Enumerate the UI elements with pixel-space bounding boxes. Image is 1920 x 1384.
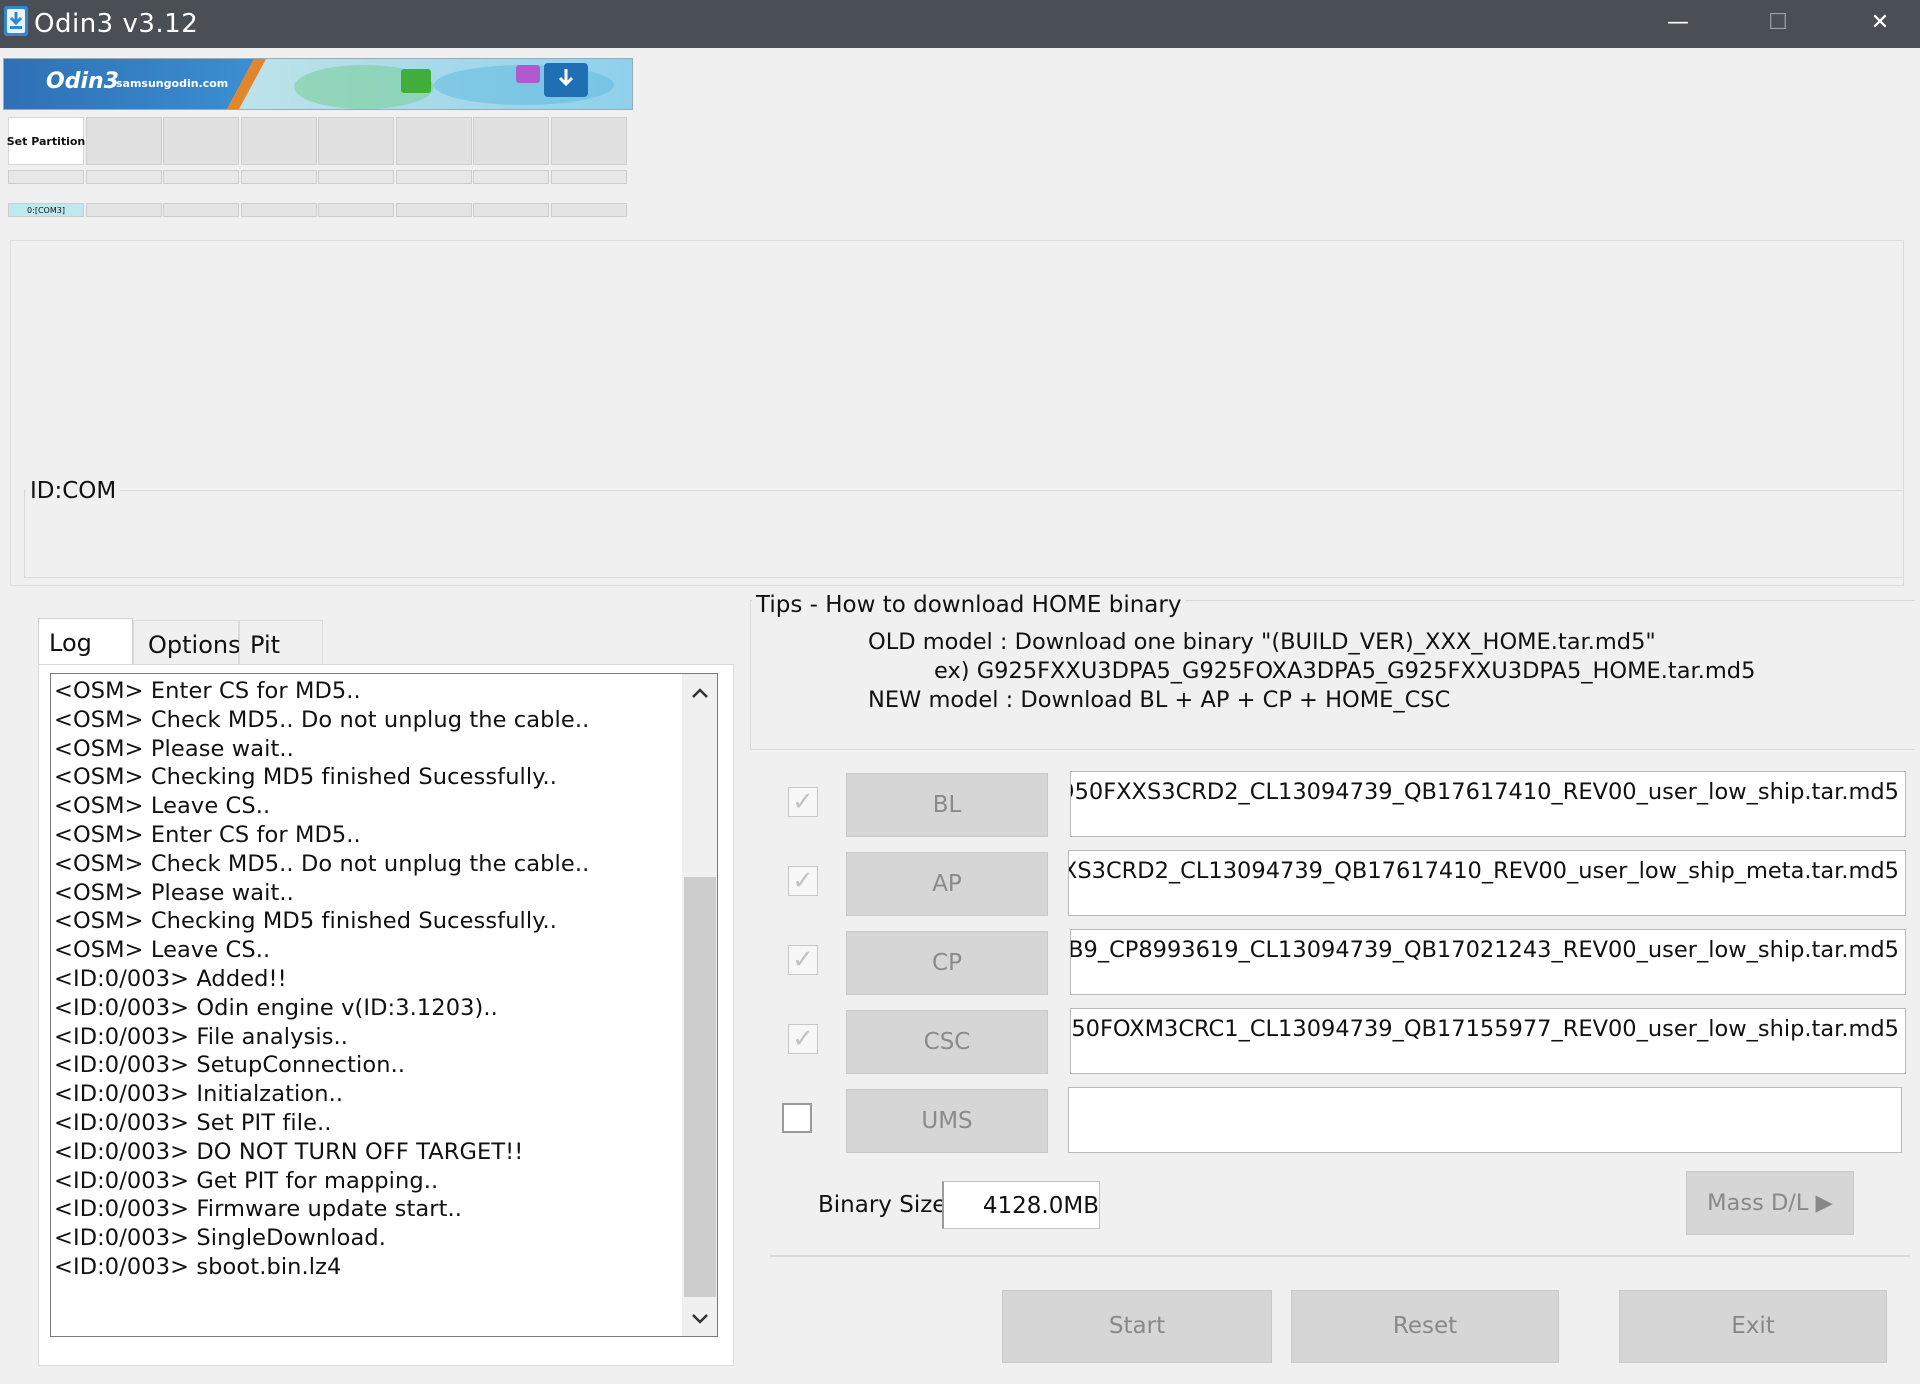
divider (770, 1255, 1910, 1257)
com-port-2 (86, 203, 162, 217)
binary-size-value: 4128.0MB (942, 1181, 1100, 1229)
ums-path-field[interactable] (1068, 1087, 1902, 1153)
com-port-1: 0:[COM3] (8, 203, 84, 217)
scroll-up-icon[interactable] (682, 676, 717, 710)
port-slot-2 (86, 117, 162, 165)
bl-path-field[interactable]: L_N950FXXS3CRD2_CL13094739_QB17617410_RE… (1070, 771, 1906, 837)
idcom-label: ID:COM (26, 478, 121, 504)
log-line: <ID:0/003> Firmware update start.. (54, 1196, 463, 1223)
ums-checkbox[interactable] (782, 1103, 812, 1133)
mass-dl-button[interactable]: Mass D/L ▶ (1686, 1171, 1854, 1235)
log-line: <OSM> Checking MD5 finished Sucessfully.… (54, 764, 557, 791)
tips-title: Tips - How to download HOME binary (752, 592, 1186, 618)
port-slot-5 (318, 117, 394, 165)
log-output[interactable]: <OSM> Enter CS for MD5.. <OSM> Check MD5.… (50, 673, 718, 1337)
com-port-8 (551, 203, 627, 217)
file-row-ap: ✓ AP 0FXXS3CRD2_CL13094739_QB17617410_RE… (780, 850, 1910, 916)
ums-button[interactable]: UMS (846, 1089, 1048, 1153)
port-slot-4 (241, 117, 317, 165)
log-lines: <OSM> Enter CS for MD5.. <OSM> Check MD5.… (54, 677, 674, 1282)
bl-path: L_N950FXXS3CRD2_CL13094739_QB17617410_RE… (1070, 779, 1899, 805)
maximize-button[interactable]: ☐ (1732, 0, 1824, 48)
ap-path: 0FXXS3CRD2_CL13094739_QB17617410_REV00_u… (1068, 858, 1899, 884)
csc-button[interactable]: CSC (846, 1010, 1048, 1074)
tips-example: ex) G925FXXU3DPA5_G925FOXA3DPA5_G925FXXU… (934, 658, 1756, 684)
port-slot-6 (396, 117, 472, 165)
banner-site: samsungodin.com (116, 77, 229, 90)
log-line: <OSM> Enter CS for MD5.. (54, 678, 361, 704)
port-slot-1: Set Partition (7, 117, 85, 165)
com-port-3 (163, 203, 239, 217)
progress-bar-1 (8, 170, 84, 184)
log-line: <OSM> Please wait.. (54, 735, 294, 762)
tab-pit[interactable]: Pit (239, 620, 323, 664)
log-line: <OSM> Check MD5.. Do not unplug the cabl… (54, 706, 590, 733)
window-title: Odin3 v3.12 (34, 9, 199, 39)
com-port-5 (318, 203, 394, 217)
file-row-cp: ✓ CP I3CRB9_CP8993619_CL13094739_QB17021… (780, 929, 1910, 995)
tab-options[interactable]: Options (133, 620, 241, 664)
progress-bar-7 (473, 170, 549, 184)
tips-old-model: OLD model : Download one binary "(BUILD_… (868, 629, 1656, 655)
scroll-down-icon[interactable] (682, 1302, 717, 1336)
bl-button[interactable]: BL (846, 773, 1048, 837)
log-line: <ID:0/003> Initialzation.. (54, 1081, 344, 1108)
ap-path-field[interactable]: 0FXXS3CRD2_CL13094739_QB17617410_REV00_u… (1068, 850, 1906, 916)
binary-size-label: Binary Size (818, 1192, 947, 1218)
port-slot-3 (163, 117, 239, 165)
port-slot-7 (473, 117, 549, 165)
log-line: <ID:0/003> sboot.bin.lz4 (54, 1253, 342, 1280)
cp-checkbox[interactable]: ✓ (788, 945, 818, 975)
odin-app-icon (4, 6, 28, 36)
exit-button[interactable]: Exit (1619, 1290, 1887, 1363)
progress-bar-5 (318, 170, 394, 184)
file-row-csc: ✓ CSC I_N950FOXM3CRC1_CL13094739_QB17155… (780, 1008, 1910, 1074)
log-line: <OSM> Leave CS.. (54, 793, 271, 820)
log-line: <OSM> Checking MD5 finished Sucessfully.… (54, 908, 557, 935)
banner-logo: Odin3 (46, 69, 119, 94)
com-port-4 (241, 203, 317, 217)
com-port-7 (473, 203, 549, 217)
log-scrollbar-thumb[interactable] (684, 877, 716, 1297)
com-port-6 (396, 203, 472, 217)
idcom-group (24, 490, 1904, 578)
log-line: <ID:0/003> SetupConnection.. (54, 1052, 406, 1079)
log-line: <ID:0/003> SingleDownload. (54, 1225, 387, 1252)
log-line: <ID:0/003> Get PIT for mapping.. (54, 1167, 439, 1194)
progress-bar-2 (86, 170, 162, 184)
log-line: <ID:0/003> Odin engine v(ID:3.1203).. (54, 994, 498, 1021)
odin-banner: Odin3 samsungodin.com (3, 58, 633, 110)
cp-button[interactable]: CP (846, 931, 1048, 995)
tips-new-model: NEW model : Download BL + AP + CP + HOME… (868, 687, 1451, 713)
file-row-bl: ✓ BL L_N950FXXS3CRD2_CL13094739_QB176174… (780, 771, 1910, 837)
log-line: <OSM> Please wait.. (54, 879, 294, 906)
log-line: <ID:0/003> Added!! (54, 965, 287, 992)
progress-bar-3 (163, 170, 239, 184)
progress-bar-8 (551, 170, 627, 184)
port-slot-8 (551, 117, 627, 165)
file-row-ums: UMS (780, 1087, 1910, 1153)
ap-checkbox[interactable]: ✓ (788, 866, 818, 896)
start-button[interactable]: Start (1002, 1290, 1272, 1363)
csc-checkbox[interactable]: ✓ (788, 1024, 818, 1054)
log-line: <ID:0/003> Set PIT file.. (54, 1109, 332, 1136)
log-line: <OSM> Leave CS.. (54, 937, 271, 964)
progress-bar-6 (396, 170, 472, 184)
csc-path-field[interactable]: I_N950FOXM3CRC1_CL13094739_QB17155977_RE… (1070, 1008, 1906, 1074)
cp-path-field[interactable]: I3CRB9_CP8993619_CL13094739_QB17021243_R… (1070, 929, 1906, 995)
log-line: <OSM> Enter CS for MD5.. (54, 821, 361, 848)
progress-bar-4 (241, 170, 317, 184)
cp-path: I3CRB9_CP8993619_CL13094739_QB17021243_R… (1070, 937, 1899, 963)
log-line: <ID:0/003> File analysis.. (54, 1023, 349, 1050)
ap-button[interactable]: AP (846, 852, 1048, 916)
title-bar: Odin3 v3.12 — ☐ ✕ (0, 0, 1920, 48)
close-button[interactable]: ✕ (1834, 0, 1920, 48)
bl-checkbox[interactable]: ✓ (788, 787, 818, 817)
tab-log[interactable]: Log (38, 618, 133, 664)
csc-path: I_N950FOXM3CRC1_CL13094739_QB17155977_RE… (1070, 1016, 1899, 1042)
log-line: <OSM> Check MD5.. Do not unplug the cabl… (54, 850, 590, 877)
reset-button[interactable]: Reset (1291, 1290, 1559, 1363)
minimize-button[interactable]: — (1632, 0, 1724, 48)
log-line: <ID:0/003> DO NOT TURN OFF TARGET!! (54, 1138, 524, 1165)
